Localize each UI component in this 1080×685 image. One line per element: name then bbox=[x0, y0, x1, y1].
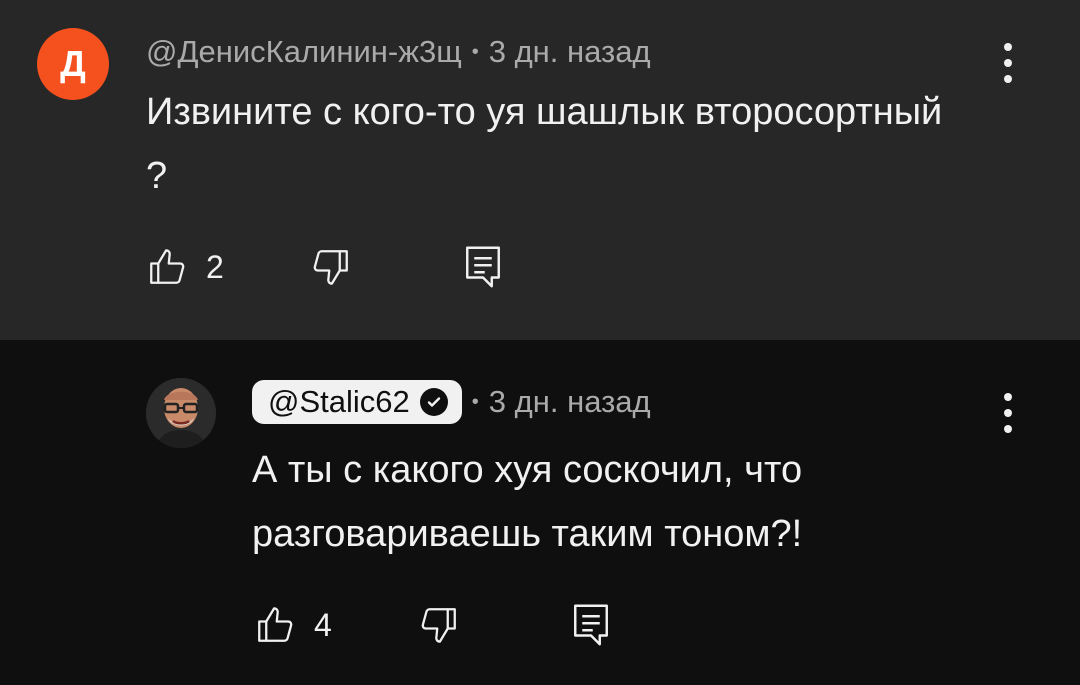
comment-text: Извините с кого-то уя шашлык второсортны… bbox=[146, 91, 943, 197]
comment-header: @ДенисКалинин-ж3щ • 3 дн. назад bbox=[146, 30, 651, 74]
reply-button[interactable] bbox=[462, 244, 504, 290]
reply-icon bbox=[573, 604, 608, 646]
separator-dot: • bbox=[471, 40, 479, 63]
comment-card: Д @ДенисКалинин-ж3щ • 3 дн. назад Извини… bbox=[0, 0, 1080, 340]
like-count: 2 bbox=[206, 248, 224, 285]
author-name[interactable]: @ДенисКалинин-ж3щ bbox=[146, 34, 462, 70]
like-button[interactable]: 2 bbox=[146, 246, 224, 288]
more-vert-icon[interactable] bbox=[998, 43, 1018, 83]
reply-button[interactable] bbox=[570, 602, 612, 648]
reply-text: А ты с какого хуя соскочил, что разговар… bbox=[252, 449, 803, 555]
action-bar: 2 bbox=[146, 244, 504, 290]
avatar[interactable] bbox=[146, 378, 216, 448]
reply-header: @Stalic62 • 3 дн. назад bbox=[252, 376, 651, 428]
thumb-up-icon bbox=[258, 607, 293, 642]
dislike-button[interactable] bbox=[310, 246, 352, 288]
avatar-photo-image bbox=[146, 378, 216, 448]
avatar[interactable]: Д bbox=[37, 28, 109, 100]
timestamp[interactable]: 3 дн. назад bbox=[489, 384, 651, 420]
verified-check-icon bbox=[419, 388, 448, 416]
action-bar: 4 bbox=[254, 602, 612, 648]
author-chip[interactable]: @Stalic62 bbox=[252, 380, 462, 424]
separator-dot: • bbox=[471, 390, 479, 413]
thumb-down-icon bbox=[421, 608, 456, 643]
reply-icon bbox=[465, 246, 500, 288]
reply-card: @Stalic62 • 3 дн. назад А ты с какого ху… bbox=[0, 340, 1080, 685]
thumb-up-icon bbox=[150, 249, 185, 284]
like-button[interactable]: 4 bbox=[254, 604, 332, 646]
timestamp[interactable]: 3 дн. назад bbox=[489, 34, 651, 70]
author-name: @Stalic62 bbox=[268, 384, 410, 419]
dislike-button[interactable] bbox=[418, 604, 460, 646]
more-vert-icon[interactable] bbox=[998, 393, 1018, 433]
thumb-down-icon bbox=[313, 250, 348, 285]
like-count: 4 bbox=[314, 606, 332, 643]
